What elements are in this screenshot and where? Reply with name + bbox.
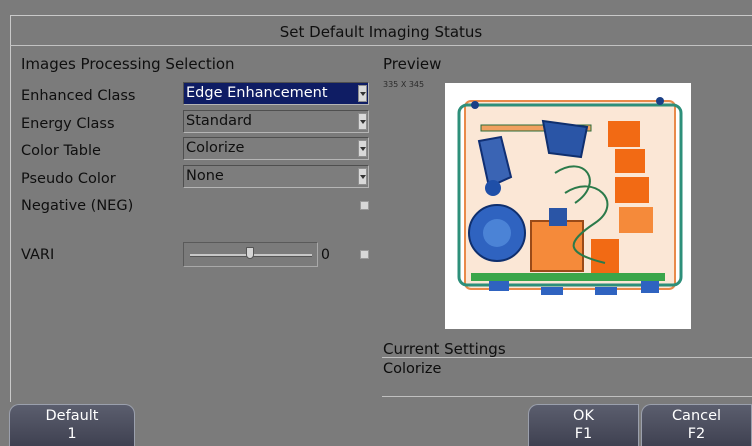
pseudo-color-select[interactable]: None (183, 165, 369, 188)
dropdown-arrow-icon[interactable] (358, 113, 367, 130)
vari-label: VARI (21, 247, 55, 263)
preview-dimensions: 335 X 345 (383, 80, 425, 89)
vari-slider[interactable] (183, 242, 318, 267)
default-button[interactable]: Default 1 (9, 404, 135, 446)
enhanced-class-select[interactable]: Edge Enhancement (183, 82, 369, 105)
enhanced-class-label: Enhanced Class (21, 88, 136, 104)
dropdown-arrow-icon[interactable] (358, 168, 367, 185)
cancel-button[interactable]: Cancel F2 (641, 404, 752, 446)
color-table-value: Colorize (186, 140, 245, 156)
ok-button-key: F1 (574, 426, 593, 442)
negative-checkbox[interactable] (360, 201, 369, 210)
vari-slider-thumb[interactable] (246, 247, 254, 259)
energy-class-value: Standard (186, 113, 252, 129)
current-settings-heading: Current Settings (383, 340, 506, 358)
xray-luggage-icon (457, 97, 683, 295)
dialog-title: Set Default Imaging Status (279, 23, 483, 41)
energy-class-select[interactable]: Standard (183, 110, 369, 133)
dropdown-arrow-icon[interactable] (358, 85, 367, 102)
pseudo-color-value: None (186, 168, 224, 184)
energy-class-label: Energy Class (21, 116, 115, 132)
vari-value: 0 (321, 247, 330, 263)
processing-heading: Images Processing Selection (21, 55, 235, 73)
current-settings-value: Colorize (383, 361, 442, 377)
default-button-label: Default (45, 408, 99, 424)
pseudo-color-label: Pseudo Color (21, 171, 116, 187)
ok-button[interactable]: OK F1 (528, 404, 639, 446)
color-table-select[interactable]: Colorize (183, 137, 369, 160)
title-bar: Set Default Imaging Status (10, 18, 752, 46)
dropdown-arrow-icon[interactable] (358, 140, 367, 157)
vari-checkbox[interactable] (360, 250, 369, 259)
negative-label: Negative (NEG) (21, 198, 134, 214)
enhanced-class-value: Edge Enhancement (186, 85, 328, 101)
preview-heading: Preview (383, 55, 442, 73)
xray-preview-image (445, 83, 691, 329)
color-table-label: Color Table (21, 143, 101, 159)
cancel-button-key: F2 (687, 426, 706, 442)
ok-button-label: OK (573, 408, 594, 424)
cancel-button-label: Cancel (671, 408, 722, 424)
default-button-key: 1 (67, 426, 77, 442)
